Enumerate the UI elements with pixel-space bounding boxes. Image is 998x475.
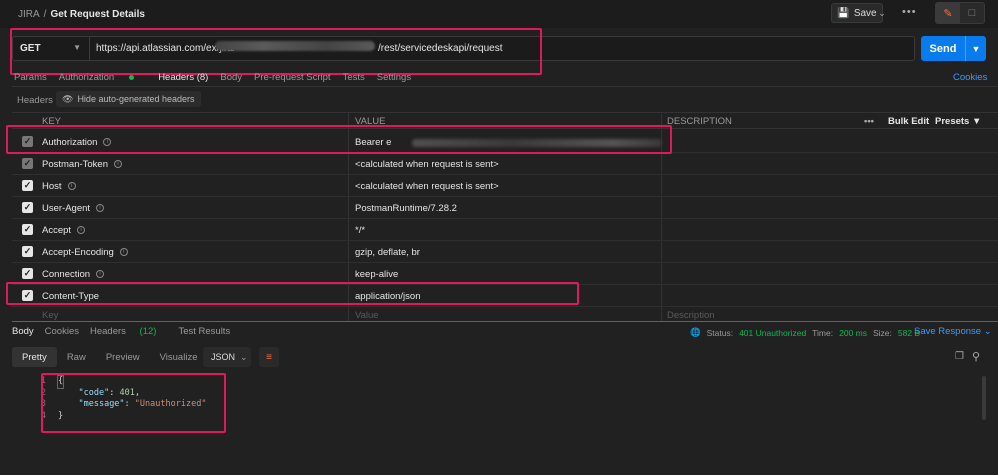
header-key[interactable]: Accept <box>42 225 71 236</box>
row-checkbox[interactable]: ✓ <box>22 268 33 279</box>
hide-auto-label: Hide auto-generated headers <box>77 94 195 104</box>
info-icon[interactable]: i <box>77 226 86 235</box>
format-visualize[interactable]: Visualize <box>150 347 208 367</box>
request-tabs: Params Authorization Headers (8) Body Pr… <box>14 72 423 86</box>
postman-window: JIRA / Get Request Details 💾 Save ⌄ ••• ✎ … <box>0 0 998 475</box>
table-row: ✓ Host i <calculated when request is sent… <box>12 175 998 197</box>
eye-off-icon: 👁 <box>62 93 74 104</box>
header-key[interactable]: Host <box>42 181 62 192</box>
size-label: Size: <box>872 327 892 338</box>
tab-headers[interactable]: Headers (8) <box>158 72 208 86</box>
header-value[interactable]: gzip, deflate, br <box>355 247 420 258</box>
scrollbar[interactable] <box>982 376 986 420</box>
language-select[interactable]: JSON ⌄ <box>203 347 251 367</box>
tab-body[interactable]: Body <box>220 72 242 86</box>
table-row: ✓ Accept i */* <box>12 219 998 241</box>
save-dropdown-chevron-icon[interactable]: ⌄ <box>874 3 890 23</box>
new-value-input[interactable]: Value <box>355 310 379 321</box>
row-checkbox[interactable]: ✓ <box>22 202 33 213</box>
highlight-url <box>10 28 542 75</box>
format-pretty[interactable]: Pretty <box>12 347 57 367</box>
new-description-input[interactable]: Description <box>667 310 715 321</box>
tab-authorization[interactable]: Authorization <box>59 72 146 86</box>
send-label: Send <box>929 42 957 55</box>
response-tab-cookies[interactable]: Cookies <box>45 326 79 337</box>
row-checkbox[interactable]: ✓ <box>22 224 33 235</box>
table-more-icon[interactable]: ••• <box>864 113 874 130</box>
header-value[interactable]: <calculated when request is sent> <box>355 181 499 192</box>
send-dropdown-chevron-icon[interactable]: ▼ <box>965 36 986 61</box>
tab-params[interactable]: Params <box>14 72 47 86</box>
wrap-lines-icon[interactable]: ≡ <box>259 347 279 367</box>
info-icon[interactable]: i <box>114 160 123 169</box>
info-icon[interactable]: i <box>96 204 105 213</box>
save-icon: 💾 <box>837 7 850 19</box>
search-icon[interactable]: ⚲ <box>972 350 980 363</box>
status-label: Status: <box>706 327 734 338</box>
highlight-authorization <box>6 125 672 154</box>
tab-tests[interactable]: Tests <box>343 72 365 86</box>
mode-switcher[interactable]: ✎ □ <box>935 2 985 24</box>
presets-chevron-icon: ▼ <box>971 116 982 127</box>
format-bar: Pretty Raw Preview Visualize <box>12 347 207 367</box>
response-tabs: Body Cookies Headers (12) Test Results <box>12 326 241 337</box>
table-row-placeholder: Key Value Description <box>12 307 998 322</box>
response-headers-count: (12) <box>139 326 157 337</box>
save-response-button[interactable]: Save Response ⌄ <box>914 326 992 337</box>
time-value[interactable]: 200 ms <box>839 328 867 338</box>
info-icon[interactable]: i <box>96 270 105 279</box>
breadcrumb: JIRA / Get Request Details <box>18 9 145 20</box>
chevron-down-icon: ⌄ <box>240 351 248 362</box>
header-value[interactable]: */* <box>355 225 365 236</box>
row-checkbox[interactable]: ✓ <box>22 180 33 191</box>
table-row: ✓ User-Agent i PostmanRuntime/7.28.2 <box>12 197 998 219</box>
comment-icon[interactable]: □ <box>960 3 984 23</box>
header-key[interactable]: Accept-Encoding <box>42 247 114 258</box>
header-value[interactable]: keep-alive <box>355 269 398 280</box>
table-row: ✓ Accept-Encoding i gzip, deflate, br <box>12 241 998 263</box>
format-raw[interactable]: Raw <box>57 347 96 367</box>
edit-pencil-icon[interactable]: ✎ <box>936 3 960 23</box>
info-icon[interactable]: i <box>67 182 76 191</box>
info-icon[interactable]: i <box>119 248 128 257</box>
headers-label: Headers <box>17 95 53 106</box>
tabs-divider <box>12 86 998 87</box>
response-tab-test-results[interactable]: Test Results <box>178 326 230 337</box>
presets-dropdown[interactable]: Presets ▼ <box>935 113 981 130</box>
cookies-link[interactable]: Cookies <box>953 72 987 83</box>
globe-icon[interactable]: 🌐 <box>690 327 701 338</box>
response-tab-body[interactable]: Body <box>12 326 34 337</box>
header-key[interactable]: User-Agent <box>42 203 90 214</box>
table-row: ✓ Postman-Token i <calculated when reques… <box>12 153 998 175</box>
bulk-edit-button[interactable]: Bulk Edit <box>888 113 929 130</box>
response-status-bar: 🌐 Status: 401 Unauthorized Time: 200 ms Si… <box>690 327 920 338</box>
tab-pre-request-script[interactable]: Pre-request Script <box>254 72 331 86</box>
highlight-content-type <box>6 282 579 305</box>
send-button[interactable]: Send ▼ <box>921 36 986 61</box>
hide-auto-generated-button[interactable]: 👁 Hide auto-generated headers <box>56 91 201 107</box>
status-value[interactable]: 401 Unauthorized <box>739 328 806 338</box>
request-name[interactable]: Get Request Details <box>50 9 144 20</box>
tab-settings[interactable]: Settings <box>377 72 411 86</box>
chevron-down-icon: ⌄ <box>983 326 992 337</box>
header-key[interactable]: Postman-Token <box>42 159 108 170</box>
row-checkbox[interactable]: ✓ <box>22 158 33 169</box>
header-value[interactable]: PostmanRuntime/7.28.2 <box>355 203 457 214</box>
auth-status-dot-icon <box>129 74 135 80</box>
column-description: DESCRIPTION <box>667 116 732 127</box>
response-tab-headers[interactable]: Headers (12) <box>90 326 167 337</box>
more-options-icon[interactable]: ••• <box>902 6 917 18</box>
header-key[interactable]: Connection <box>42 269 90 280</box>
row-checkbox[interactable]: ✓ <box>22 246 33 257</box>
time-label: Time: <box>812 327 834 338</box>
new-key-input[interactable]: Key <box>42 310 58 321</box>
breadcrumb-collection[interactable]: JIRA <box>18 9 40 20</box>
breadcrumb-separator: / <box>43 9 47 20</box>
highlight-response-body <box>41 373 226 433</box>
header-value[interactable]: <calculated when request is sent> <box>355 159 499 170</box>
copy-icon[interactable]: ❐ <box>955 351 964 362</box>
format-preview[interactable]: Preview <box>96 347 150 367</box>
